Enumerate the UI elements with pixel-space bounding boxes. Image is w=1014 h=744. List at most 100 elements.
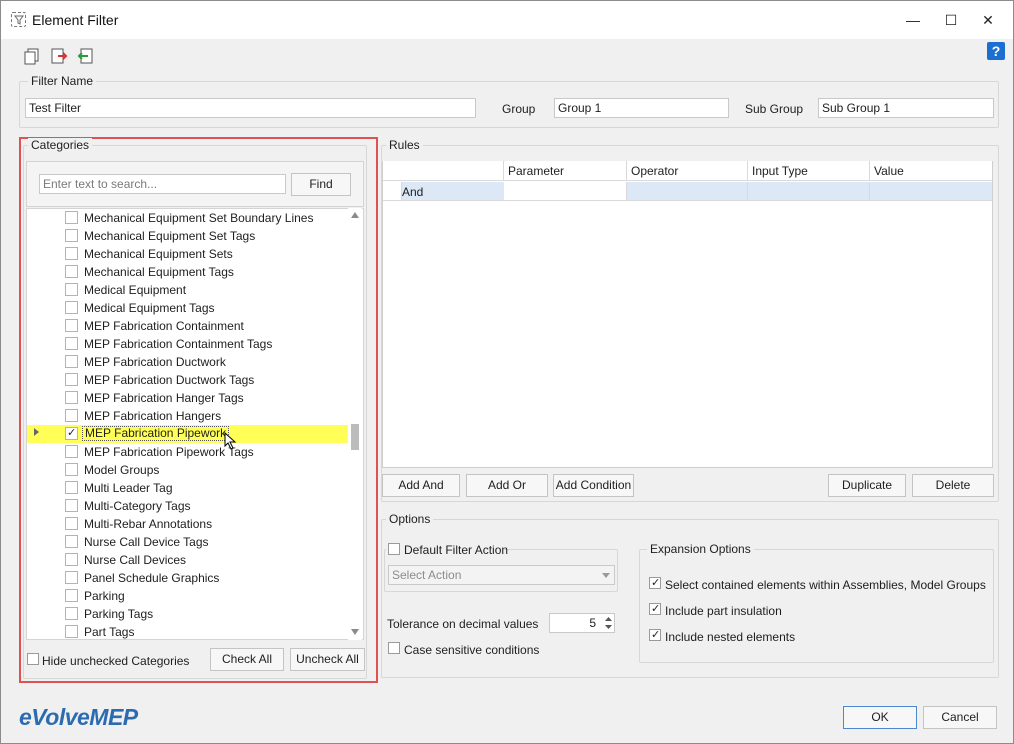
list-item[interactable]: Part Tags (27, 623, 349, 639)
category-checkbox[interactable] (65, 229, 78, 242)
list-item[interactable]: Mechanical Equipment Set Tags (27, 227, 349, 245)
list-item[interactable]: Mechanical Equipment Sets (27, 245, 349, 263)
grid-header-value[interactable]: Value (870, 161, 992, 181)
category-checkbox[interactable] (65, 607, 78, 620)
list-item[interactable]: Multi-Category Tags (27, 497, 349, 515)
category-checkbox[interactable] (65, 283, 78, 296)
grid-header-parameter[interactable]: Parameter (504, 161, 627, 181)
case-sensitive-label: Case sensitive conditions (404, 643, 540, 657)
list-item[interactable]: MEP Fabrication Containment (27, 317, 349, 335)
expansion-option-checkbox[interactable]: ✓ (649, 577, 661, 589)
list-item[interactable]: Multi Leader Tag (27, 479, 349, 497)
category-checkbox[interactable] (65, 319, 78, 332)
group-input[interactable]: Group 1 (554, 98, 729, 118)
category-checkbox[interactable] (65, 517, 78, 530)
list-item[interactable]: Mechanical Equipment Tags (27, 263, 349, 281)
add-condition-button[interactable]: Add Condition (553, 474, 634, 497)
rule-input-type-cell[interactable] (748, 182, 870, 201)
category-checkbox[interactable] (65, 535, 78, 548)
list-item[interactable]: Parking (27, 587, 349, 605)
close-button[interactable]: ✕ (972, 8, 1004, 32)
add-or-button[interactable]: Add Or (466, 474, 548, 497)
list-item[interactable]: MEP Fabrication Ductwork Tags (27, 371, 349, 389)
category-label: MEP Fabrication Hanger Tags (84, 391, 244, 405)
categories-scroll-thumb[interactable] (351, 424, 359, 450)
categories-list: Mechanical Equipment Set Boundary Lines M… (26, 208, 364, 640)
scroll-down-icon[interactable] (351, 629, 359, 635)
list-item[interactable]: Medical Equipment (27, 281, 349, 299)
rule-operator-cell[interactable] (627, 182, 748, 201)
list-item[interactable]: Model Groups (27, 461, 349, 479)
category-checkbox[interactable] (65, 355, 78, 368)
check-all-button[interactable]: Check All (210, 648, 284, 671)
category-checkbox[interactable] (65, 499, 78, 512)
maximize-button[interactable]: ☐ (935, 8, 967, 32)
export-filter-icon[interactable] (50, 47, 68, 65)
category-checkbox[interactable] (65, 301, 78, 314)
list-item[interactable]: Mechanical Equipment Set Boundary Lines (27, 209, 349, 227)
list-item[interactable]: Medical Equipment Tags (27, 299, 349, 317)
tolerance-label: Tolerance on decimal values (387, 617, 539, 631)
category-checkbox[interactable] (65, 463, 78, 476)
add-and-button[interactable]: Add And (382, 474, 460, 497)
list-item[interactable]: Nurse Call Device Tags (27, 533, 349, 551)
list-item[interactable]: MEP Fabrication Hanger Tags (27, 389, 349, 407)
category-checkbox[interactable] (65, 553, 78, 566)
category-checkbox[interactable] (65, 625, 78, 638)
list-item[interactable]: Panel Schedule Graphics (27, 569, 349, 587)
uncheck-all-button[interactable]: Uncheck All (290, 648, 365, 671)
category-label: Mechanical Equipment Tags (84, 265, 234, 279)
category-checkbox[interactable] (65, 589, 78, 602)
category-label: MEP Fabrication Containment (84, 319, 244, 333)
minimize-button[interactable]: — (897, 8, 929, 32)
category-checkbox[interactable] (65, 391, 78, 404)
category-checkbox[interactable] (65, 571, 78, 584)
categories-legend: Categories (28, 138, 93, 152)
category-checkbox[interactable] (65, 265, 78, 278)
find-button[interactable]: Find (291, 173, 351, 196)
category-label: MEP Fabrication Pipework (82, 426, 230, 441)
help-icon[interactable]: ? (987, 42, 1005, 60)
category-search-input[interactable]: Enter text to search... (39, 174, 286, 194)
delete-button[interactable]: Delete (912, 474, 994, 497)
case-sensitive-checkbox[interactable] (388, 642, 400, 654)
list-item[interactable]: MEP Fabrication Containment Tags (27, 335, 349, 353)
hide-unchecked-checkbox[interactable] (27, 653, 39, 665)
tolerance-spinner-icon[interactable] (605, 616, 612, 630)
expansion-option-checkbox[interactable]: ✓ (649, 603, 661, 615)
evolvemep-logo: eVolveMEP (19, 704, 138, 730)
category-checkbox[interactable]: ✓ (65, 427, 78, 440)
grid-header-input-type[interactable]: Input Type (748, 161, 870, 181)
cancel-button[interactable]: Cancel (923, 706, 997, 729)
category-checkbox[interactable] (65, 211, 78, 224)
expansion-option-checkbox[interactable]: ✓ (649, 629, 661, 641)
list-item[interactable]: MEP Fabrication Pipework Tags (27, 443, 349, 461)
sub-group-input[interactable]: Sub Group 1 (818, 98, 994, 118)
list-item[interactable]: Multi-Rebar Annotations (27, 515, 349, 533)
filter-name-input[interactable]: Test Filter (25, 98, 476, 118)
category-label: MEP Fabrication Ductwork Tags (84, 373, 255, 387)
category-checkbox[interactable] (65, 481, 78, 494)
list-item[interactable]: ✓ MEP Fabrication Pipework (27, 425, 349, 443)
scroll-up-icon[interactable] (351, 212, 359, 218)
category-checkbox[interactable] (65, 445, 78, 458)
select-action-dropdown[interactable]: Select Action (388, 565, 615, 585)
expansion-option-label: Select contained elements within Assembl… (665, 578, 986, 592)
category-checkbox[interactable] (65, 409, 78, 422)
category-checkbox[interactable] (65, 337, 78, 350)
category-checkbox[interactable] (65, 247, 78, 260)
ok-button[interactable]: OK (843, 706, 917, 729)
category-checkbox[interactable] (65, 373, 78, 386)
rule-value-cell[interactable] (870, 182, 992, 201)
list-item[interactable]: Nurse Call Devices (27, 551, 349, 569)
rule-logic-cell[interactable]: And (402, 185, 423, 199)
list-item[interactable]: MEP Fabrication Hangers (27, 407, 349, 425)
default-filter-action-checkbox[interactable] (388, 543, 400, 555)
import-filter-icon[interactable] (76, 47, 94, 65)
duplicate-button[interactable]: Duplicate (828, 474, 906, 497)
grid-header-operator[interactable]: Operator (627, 161, 748, 181)
list-item[interactable]: Parking Tags (27, 605, 349, 623)
list-item[interactable]: MEP Fabrication Ductwork (27, 353, 349, 371)
rule-parameter-cell[interactable] (504, 182, 627, 201)
new-filter-icon[interactable] (23, 47, 41, 65)
